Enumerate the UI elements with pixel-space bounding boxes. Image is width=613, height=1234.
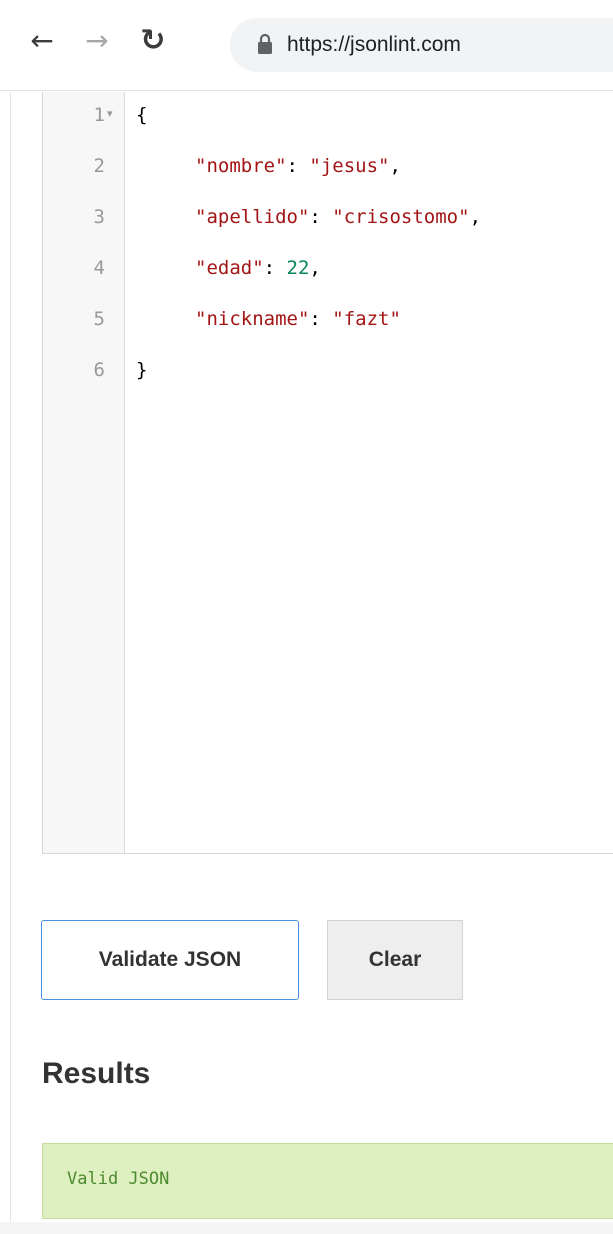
code-line: 5 "nickname": "fazt" <box>43 296 613 347</box>
result-message: Valid JSON <box>67 1169 170 1189</box>
line-number: 3 <box>93 206 105 228</box>
page-border <box>10 92 11 1234</box>
arrow-left-icon: ← <box>30 23 54 57</box>
bottom-strip <box>0 1222 613 1234</box>
json-value: "jesus" <box>309 155 390 177</box>
back-button[interactable]: ← <box>24 20 60 60</box>
json-editor[interactable]: 1 ▾ { 2 "nombre": "jesus", 3 "apellido":… <box>42 92 613 854</box>
arrow-right-icon: → <box>85 23 109 57</box>
lock-icon <box>258 33 272 54</box>
comma: , <box>309 257 321 279</box>
comma: , <box>389 155 401 177</box>
validate-json-button[interactable]: Validate JSON <box>41 920 299 1000</box>
line-number: 6 <box>93 359 105 381</box>
open-brace: { <box>136 104 148 126</box>
line-number: 1 <box>93 104 105 126</box>
json-key: "nombre" <box>195 155 287 177</box>
clear-button[interactable]: Clear <box>327 920 463 1000</box>
code-line: 1 ▾ { <box>43 92 613 143</box>
json-value: "fazt" <box>332 308 401 330</box>
browser-toolbar: ← → ↻ https://jsonlint.com <box>0 0 613 91</box>
line-number: 5 <box>93 308 105 330</box>
json-value: "crisostomo" <box>332 206 470 228</box>
forward-button[interactable]: → <box>79 20 115 60</box>
json-key: "nickname" <box>195 308 310 330</box>
json-value: 22 <box>286 257 310 279</box>
code-line: 4 "edad": 22, <box>43 245 613 296</box>
result-message-box: Valid JSON <box>42 1143 613 1219</box>
code-line: 6 } <box>43 347 613 398</box>
json-key: "apellido" <box>195 206 310 228</box>
url-text: https://jsonlint.com <box>287 33 461 56</box>
comma: , <box>469 206 482 228</box>
line-number: 2 <box>93 155 105 177</box>
close-brace: } <box>136 359 148 381</box>
address-bar[interactable]: https://jsonlint.com <box>230 18 613 72</box>
code-line: 3 "apellido": "crisostomo", <box>43 194 613 245</box>
results-heading: Results <box>42 1057 151 1090</box>
json-key: "edad" <box>195 257 264 279</box>
reload-button[interactable]: ↻ <box>135 20 171 60</box>
code-line: 2 "nombre": "jesus", <box>43 143 613 194</box>
reload-icon: ↻ <box>140 22 166 58</box>
fold-arrow-icon[interactable]: ▾ <box>107 107 113 120</box>
line-number: 4 <box>93 257 105 279</box>
